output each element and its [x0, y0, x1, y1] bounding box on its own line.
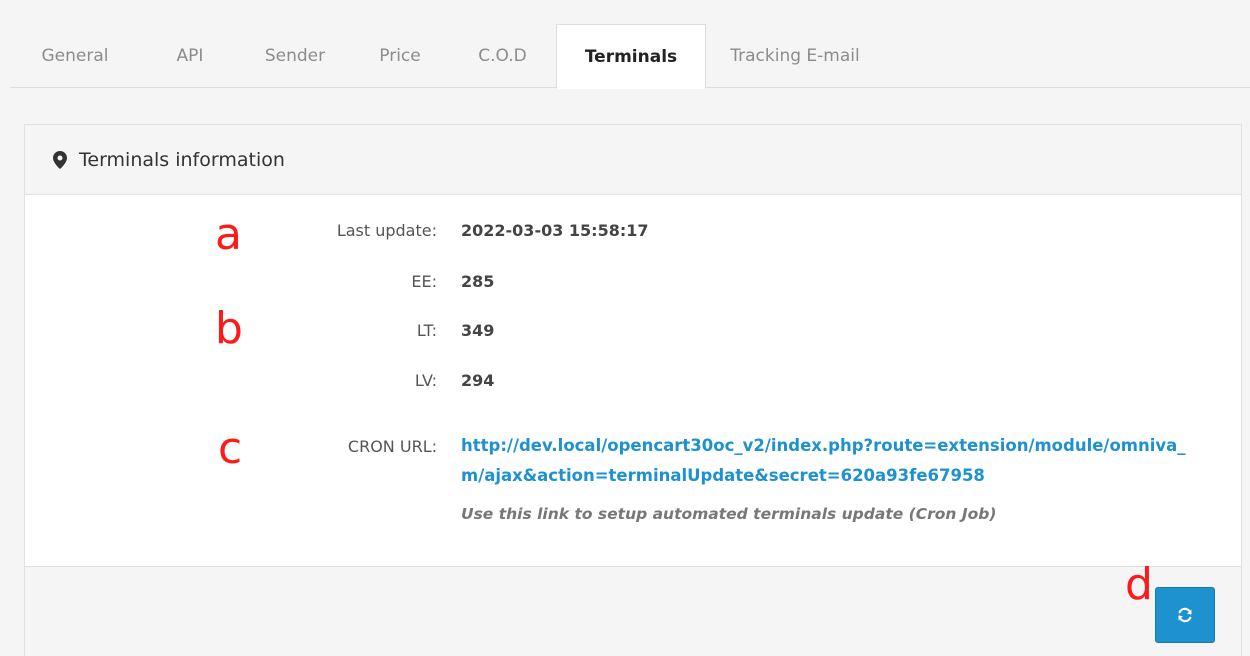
panel-footer: d [25, 559, 1241, 656]
annotation-marker-b: b [215, 303, 243, 354]
cron-label: CRON URL: [347, 437, 437, 456]
tab-bar: General API Sender Price C.O.D Terminals… [10, 0, 1250, 89]
lv-value: 294 [461, 371, 495, 390]
tab-terminals[interactable]: Terminals [556, 24, 706, 89]
ee-label: EE: [411, 272, 437, 291]
last-update-label: Last update: [336, 221, 437, 240]
annotation-marker-a: a [215, 209, 242, 260]
cron-url-link[interactable]: http://dev.local/opencart30oc_v2/index.p… [461, 431, 1201, 491]
tab-price[interactable]: Price [350, 24, 450, 88]
lt-label: LT: [416, 321, 437, 340]
cron-help-text: Use this link to setup automated termina… [461, 505, 997, 523]
annotation-marker-c: c [218, 423, 243, 474]
lv-label: LV: [414, 371, 437, 390]
terminals-panel: Terminals information a b c Last update:… [24, 124, 1242, 656]
panel-heading: Terminals information [25, 125, 1241, 195]
last-update-value: 2022-03-03 15:58:17 [461, 221, 649, 240]
ee-value: 285 [461, 272, 495, 291]
panel-title: Terminals information [79, 148, 285, 171]
tab-api[interactable]: API [140, 24, 240, 88]
tab-sender[interactable]: Sender [240, 24, 350, 88]
map-marker-icon [53, 150, 67, 169]
tab-general[interactable]: General [10, 24, 140, 88]
tab-cod[interactable]: C.O.D [450, 24, 555, 88]
lt-value: 349 [461, 321, 495, 340]
refresh-terminals-button[interactable] [1155, 587, 1215, 643]
annotation-marker-d: d [1125, 559, 1153, 610]
tab-tracking-email[interactable]: Tracking E-mail [710, 24, 880, 88]
refresh-icon [1178, 607, 1192, 623]
